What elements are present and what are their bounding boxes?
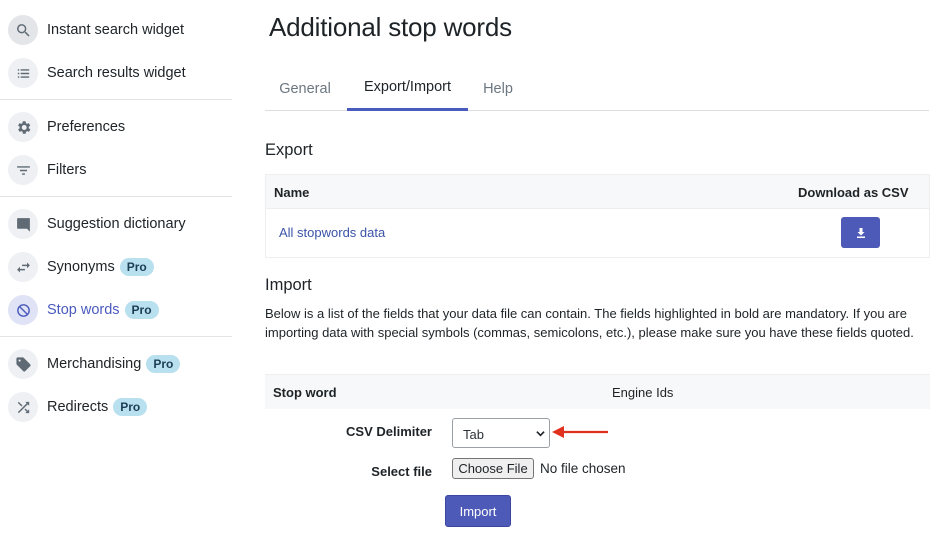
csv-delimiter-value: Tab [463, 427, 484, 442]
column-header-name: Name [274, 185, 310, 200]
sidebar-item-label: Search results widget [47, 65, 186, 81]
tab-export-import[interactable]: Export/Import [347, 66, 468, 111]
sidebar-divider [0, 336, 232, 337]
field-engine-ids: Engine Ids [612, 385, 674, 400]
sidebar-item-label: Synonyms [47, 259, 115, 275]
sidebar-divider [0, 196, 232, 197]
file-status-text: No file chosen [540, 461, 626, 476]
sidebar-item-label: Preferences [47, 119, 126, 135]
sidebar: Instant search widget Search results wid… [0, 0, 232, 534]
select-file-label: Select file [371, 464, 432, 479]
import-section-title: Import [265, 276, 312, 294]
export-table-header: Name Download as CSV [266, 175, 929, 209]
csv-delimiter-label: CSV Delimiter [346, 424, 432, 439]
sidebar-item-search-results-widget[interactable]: Search results widget [8, 56, 232, 90]
choose-file-button[interactable]: Choose File [452, 458, 534, 479]
sidebar-item-suggestion-dictionary[interactable]: Suggestion dictionary [8, 207, 232, 241]
field-stop-word: Stop word [273, 385, 337, 400]
sidebar-item-label: Merchandising [47, 356, 142, 372]
filter-icon [8, 155, 38, 185]
export-table: Name Download as CSV All stopwords data [265, 174, 930, 258]
sidebar-item-label: Instant search widget [47, 22, 185, 38]
gear-icon [8, 112, 38, 142]
page-title: Additional stop words [269, 12, 512, 42]
comment-icon [8, 209, 38, 239]
export-section-title: Export [265, 141, 313, 159]
import-button[interactable]: Import [445, 495, 511, 527]
download-csv-button[interactable] [841, 217, 880, 248]
search-icon [8, 15, 38, 45]
all-stopwords-data-link[interactable]: All stopwords data [279, 225, 385, 240]
sidebar-item-merchandising[interactable]: Merchandising Pro [8, 347, 232, 381]
sidebar-item-redirects[interactable]: Redirects Pro [8, 390, 232, 424]
tab-bar: General Export/Import Help [265, 66, 929, 111]
sidebar-item-label: Filters [47, 162, 87, 178]
import-description: Below is a list of the fields that your … [265, 306, 914, 340]
sidebar-item-label: Stop words [47, 302, 120, 318]
annotation-arrow [552, 426, 608, 438]
sidebar-item-stop-words[interactable]: Stop words Pro [8, 293, 232, 327]
swap-icon [8, 252, 38, 282]
tag-icon [8, 349, 38, 379]
sidebar-item-filters[interactable]: Filters [8, 153, 232, 187]
pro-badge: Pro [146, 355, 181, 373]
sidebar-item-synonyms[interactable]: Synonyms Pro [8, 250, 232, 284]
sidebar-item-label: Redirects [47, 399, 109, 415]
tab-help[interactable]: Help [470, 66, 526, 111]
block-icon [8, 295, 38, 325]
sidebar-item-instant-search-widget[interactable]: Instant search widget [8, 13, 232, 47]
pro-badge: Pro [119, 258, 154, 276]
import-fields-table: Stop word Engine Ids [265, 374, 930, 409]
chevron-down-icon [536, 431, 545, 437]
download-icon [856, 227, 865, 238]
csv-delimiter-select[interactable]: Tab [452, 418, 550, 448]
list-icon [8, 58, 38, 88]
tab-general[interactable]: General [265, 66, 345, 111]
sidebar-item-preferences[interactable]: Preferences [8, 110, 232, 144]
shuffle-icon [8, 392, 38, 422]
column-header-download: Download as CSV [798, 185, 909, 200]
pro-badge: Pro [124, 301, 159, 319]
pro-badge: Pro [113, 398, 148, 416]
sidebar-item-label: Suggestion dictionary [47, 216, 186, 232]
sidebar-divider [0, 99, 232, 100]
